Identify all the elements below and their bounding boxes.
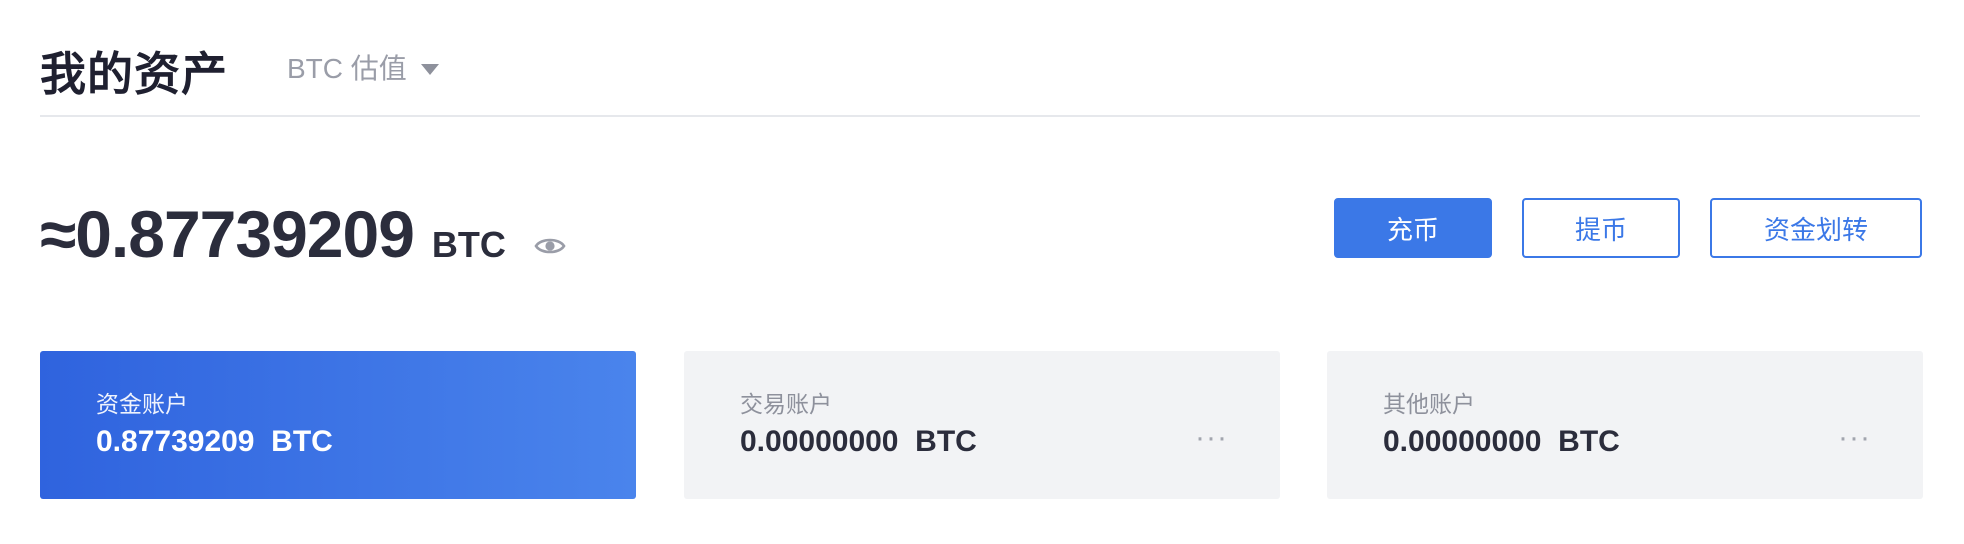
account-amount: 0.00000000 xyxy=(1383,425,1542,458)
account-balance: 0.00000000 BTC xyxy=(740,425,977,459)
eye-icon[interactable] xyxy=(534,230,566,262)
account-unit: BTC xyxy=(915,425,977,458)
account-unit: BTC xyxy=(271,425,333,458)
account-balance: 0.87739209 BTC xyxy=(96,425,333,459)
more-icon[interactable]: ··· xyxy=(1838,423,1871,453)
assets-page: 我的资产 BTC 估值 ≈0.87739209 BTC 充币 提币 资金划转 资… xyxy=(0,0,1964,544)
account-amount: 0.87739209 xyxy=(96,425,255,458)
withdraw-button[interactable]: 提币 xyxy=(1522,198,1680,258)
account-label: 资金账户 xyxy=(96,391,188,417)
more-icon[interactable]: ··· xyxy=(1195,423,1228,453)
valuation-label: BTC 估值 xyxy=(287,53,407,84)
transfer-button[interactable]: 资金划转 xyxy=(1710,198,1922,258)
trading-account-card[interactable]: 交易账户 0.00000000 BTC ··· xyxy=(684,351,1280,499)
account-unit: BTC xyxy=(1558,425,1620,458)
account-amount: 0.00000000 xyxy=(740,425,899,458)
account-label: 交易账户 xyxy=(740,391,832,417)
account-label: 其他账户 xyxy=(1383,391,1475,417)
total-balance: ≈0.87739209 BTC xyxy=(40,196,506,272)
valuation-selector[interactable]: BTC 估值 xyxy=(287,47,439,87)
assets-header: 我的资产 BTC 估值 xyxy=(40,0,1920,117)
funding-account-card[interactable]: 资金账户 0.87739209 BTC xyxy=(40,351,636,499)
deposit-button[interactable]: 充币 xyxy=(1334,198,1492,258)
account-balance: 0.00000000 BTC xyxy=(1383,425,1620,459)
other-account-card[interactable]: 其他账户 0.00000000 BTC ··· xyxy=(1327,351,1923,499)
total-unit: BTC xyxy=(431,224,506,265)
page-title: 我的资产 xyxy=(40,48,228,100)
caret-down-icon xyxy=(420,63,439,75)
total-amount: ≈0.87739209 xyxy=(40,197,415,271)
